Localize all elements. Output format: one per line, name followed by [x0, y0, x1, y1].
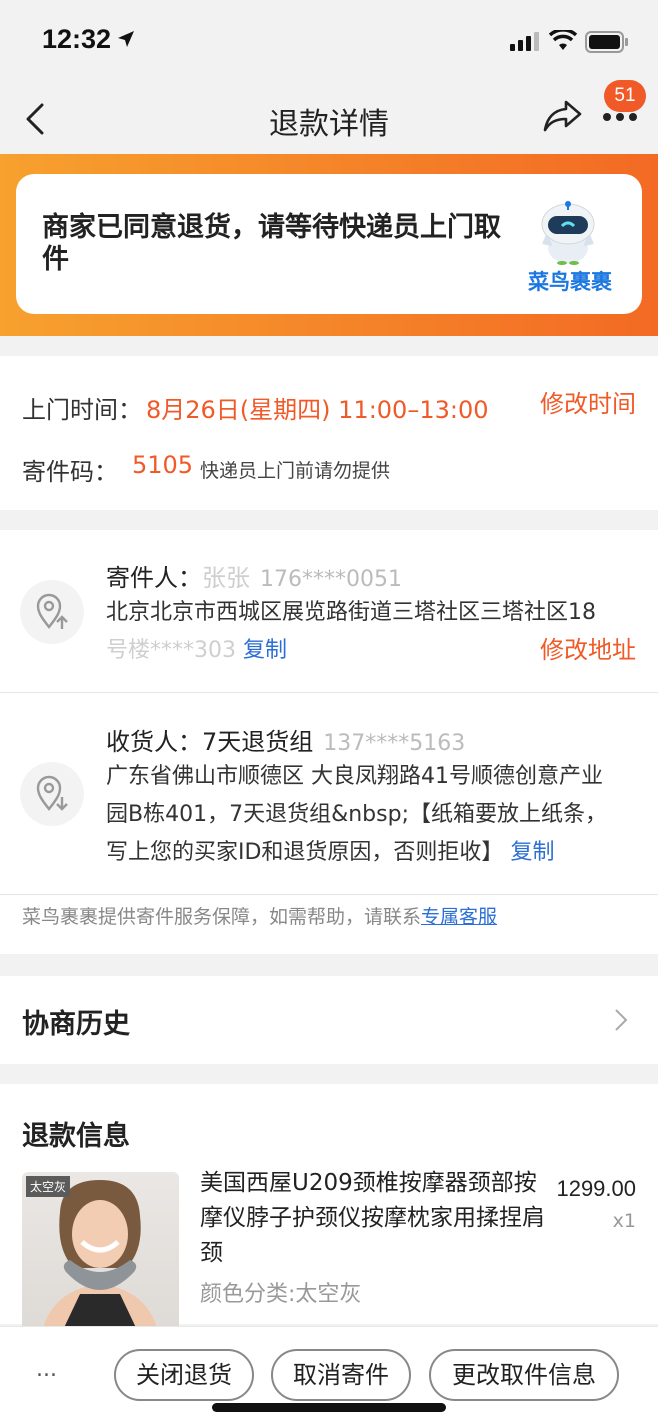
history-title: 协商历史 — [22, 1009, 130, 1040]
share-icon[interactable] — [542, 98, 584, 134]
more-icon[interactable] — [602, 112, 638, 122]
receiver-name-line: 收货人：7天退货组 137****5163 — [106, 722, 465, 757]
service-guarantee-text: 菜鸟裹裹提供寄件服务保障，如需帮助，请联系专属客服 — [22, 902, 497, 929]
sender-address-line2: 号楼****303 — [106, 638, 236, 663]
edit-time-link[interactable]: 修改时间 — [540, 384, 636, 419]
pickup-info-card: 上门时间： 8月26日(星期四) 11:00–13:00 修改时间 寄件码： 5… — [0, 356, 658, 510]
sender-label: 寄件人： — [106, 564, 202, 592]
message-count-badge: 51 — [604, 80, 646, 112]
divider — [0, 894, 658, 895]
status-time: 12:32 — [42, 24, 112, 54]
more-actions-button[interactable]: ... — [36, 1357, 57, 1382]
battery-icon — [585, 31, 628, 53]
change-pickup-info-button[interactable]: 更改取件信息 — [429, 1349, 619, 1401]
location-arrow-icon — [118, 31, 134, 47]
product-color-tag: 太空灰 — [26, 1176, 71, 1197]
nav-bar: 退款详情 51 — [0, 80, 658, 154]
cainiao-brand-label: 菜鸟裹裹 — [528, 270, 612, 294]
status-card: 商家已同意退货，请等待快递员上门取件 菜鸟裹裹 — [16, 174, 642, 314]
receiver-pin-icon — [20, 762, 84, 826]
product-price: 1299.00 — [556, 1176, 636, 1201]
receiver-name: 7天退货组 — [202, 728, 314, 756]
pickup-time-value: 8月26日(星期四) 11:00–13:00 — [146, 396, 489, 424]
sender-copy-button[interactable]: 复制 — [243, 638, 287, 663]
sender-name: 张张 — [202, 564, 250, 592]
pickup-code-hint: 快递员上门前请勿提供 — [200, 460, 391, 482]
home-indicator — [212, 1403, 446, 1412]
cancel-pickup-button[interactable]: 取消寄件 — [271, 1349, 411, 1401]
receiver-copy-button[interactable]: 复制 — [510, 840, 554, 865]
pickup-code-label: 寄件码： — [22, 458, 118, 486]
service-text: 菜鸟裹裹提供寄件服务保障，如需帮助，请联系 — [22, 906, 422, 928]
product-name[interactable]: 美国西屋U209颈椎按摩器颈部按摩仪脖子护颈仪按摩枕家用揉捏肩颈 — [200, 1166, 545, 1271]
pickup-time-label: 上门时间： — [22, 396, 142, 424]
sender-section: 寄件人：张张 176****0051 北京北京市西城区展览路街道三塔社区三塔社区1… — [0, 530, 658, 692]
refund-info-title: 退款信息 — [22, 1121, 130, 1152]
product-quantity: x1 — [612, 1210, 636, 1232]
close-return-button[interactable]: 关闭退货 — [114, 1349, 254, 1401]
customer-service-link[interactable]: 专属客服 — [421, 906, 497, 928]
wifi-icon — [549, 30, 577, 50]
status-banner: 商家已同意退货，请等待快递员上门取件 菜鸟裹裹 — [0, 154, 658, 336]
sender-phone: 176****0051 — [260, 567, 402, 592]
product-spec: 颜色分类:太空灰 — [200, 1282, 362, 1307]
sender-address-line1: 北京北京市西城区展览路街道三塔社区三塔社区18 — [106, 600, 596, 625]
cainiao-mascot-icon — [541, 201, 595, 265]
product-image[interactable]: 太空灰 — [22, 1172, 179, 1332]
receiver-address-line2: 园B栋401，7天退货组&nbsp;【纸箱要放上纸条， — [106, 802, 607, 827]
chevron-right-icon — [615, 1009, 628, 1031]
edit-address-link[interactable]: 修改地址 — [540, 630, 636, 665]
sender-pin-icon — [20, 580, 84, 644]
refund-info-card: 退款信息 太空灰 美国西屋U209颈椎按摩器颈部按摩仪脖子护颈仪按摩枕家用揉捏肩… — [0, 1084, 658, 1332]
negotiation-history-row[interactable]: 协商历史 — [0, 976, 658, 1064]
receiver-address-line3: 写上您的买家ID和退货原因，否则拒收】 — [106, 840, 504, 865]
refund-status-message: 商家已同意退货，请等待快递员上门取件 — [42, 212, 501, 275]
sender-name-line: 寄件人：张张 176****0051 — [106, 558, 402, 593]
cellular-signal-icon — [510, 32, 539, 51]
receiver-label: 收货人： — [106, 728, 202, 756]
divider — [0, 692, 658, 693]
pickup-code-value: 5105 — [132, 451, 194, 479]
status-bar: 12:32 — [0, 0, 658, 84]
address-card: 寄件人：张张 176****0051 北京北京市西城区展览路街道三塔社区三塔社区1… — [0, 530, 658, 954]
bottom-action-bar: ... 关闭退货 取消寄件 更改取件信息 — [0, 1326, 658, 1424]
receiver-address: 广东省佛山市顺德区 大良凤翔路41号顺德创意产业 园B栋401，7天退货组&nb… — [106, 758, 636, 872]
receiver-phone: 137****5163 — [323, 731, 466, 756]
receiver-address-line1: 广东省佛山市顺德区 大良凤翔路41号顺德创意产业 — [106, 764, 603, 789]
